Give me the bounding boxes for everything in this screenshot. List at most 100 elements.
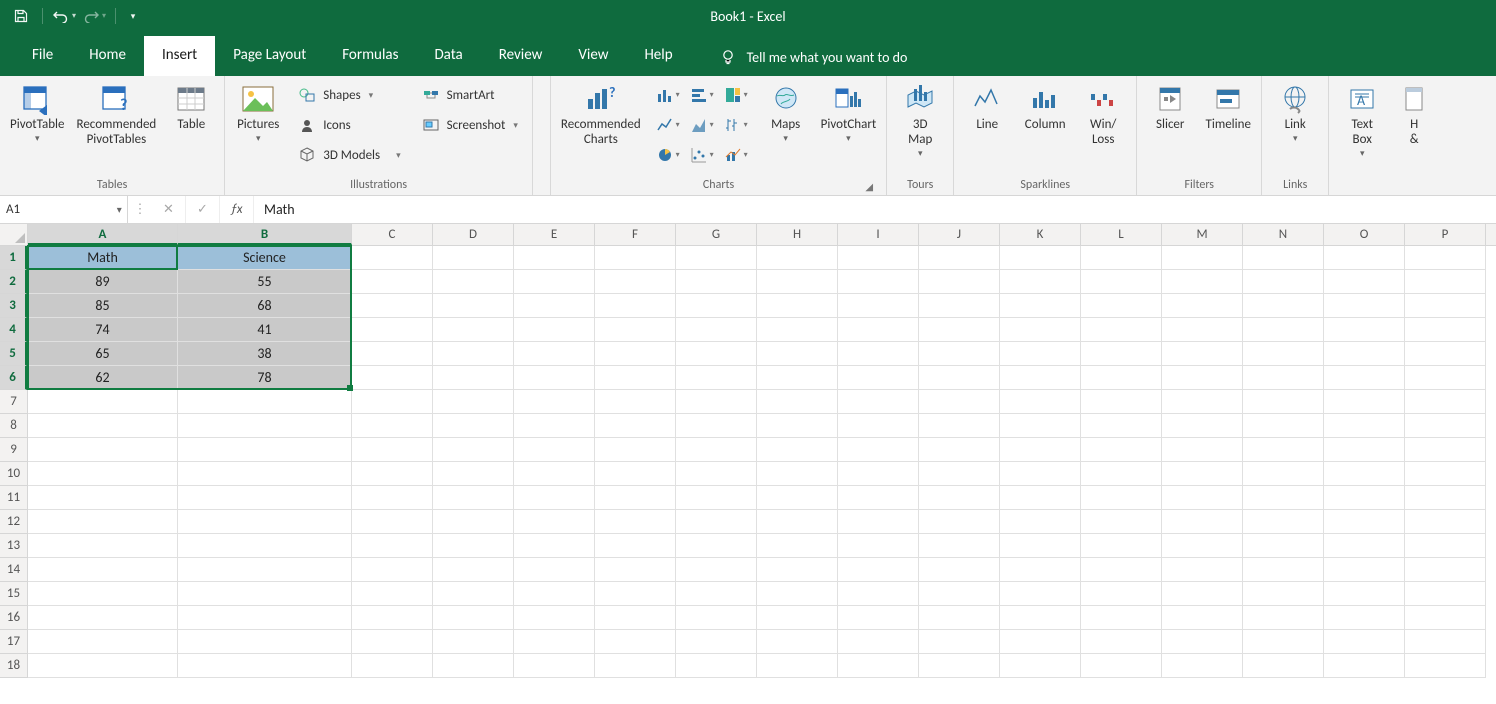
formula-input[interactable] — [254, 196, 1496, 223]
qat-customize[interactable]: ▾ — [124, 5, 142, 27]
cell-P17[interactable] — [1405, 630, 1486, 654]
cell-A12[interactable] — [28, 510, 178, 534]
cell-D5[interactable] — [433, 342, 514, 366]
tab-page-layout[interactable]: Page Layout — [215, 36, 324, 76]
cell-J1[interactable] — [919, 246, 1000, 270]
cell-L13[interactable] — [1081, 534, 1162, 558]
cell-H7[interactable] — [757, 390, 838, 414]
column-header-H[interactable]: H — [757, 224, 838, 245]
cell-L3[interactable] — [1081, 294, 1162, 318]
sparkline-column-button[interactable]: Column — [1022, 78, 1068, 133]
row-header-14[interactable]: 14 — [0, 558, 27, 582]
cell-B6[interactable]: 78 — [178, 366, 352, 390]
cell-B3[interactable]: 68 — [178, 294, 352, 318]
cell-I5[interactable] — [838, 342, 919, 366]
cell-G14[interactable] — [676, 558, 757, 582]
cell-C8[interactable] — [352, 414, 433, 438]
row-header-18[interactable]: 18 — [0, 654, 27, 678]
cell-F9[interactable] — [595, 438, 676, 462]
cell-E9[interactable] — [514, 438, 595, 462]
column-header-A[interactable]: A — [28, 224, 178, 245]
cell-H12[interactable] — [757, 510, 838, 534]
cell-M9[interactable] — [1162, 438, 1243, 462]
link-button[interactable]: Link▾ — [1272, 78, 1318, 144]
shapes-button[interactable]: Shapes▾ — [293, 82, 404, 108]
cell-C3[interactable] — [352, 294, 433, 318]
cell-M18[interactable] — [1162, 654, 1243, 678]
cell-A2[interactable]: 89 — [28, 270, 178, 294]
cell-D18[interactable] — [433, 654, 514, 678]
cell-G7[interactable] — [676, 390, 757, 414]
cell-F5[interactable] — [595, 342, 676, 366]
stock-chart-button[interactable]: ▾ — [721, 112, 751, 138]
cell-G5[interactable] — [676, 342, 757, 366]
cell-D17[interactable] — [433, 630, 514, 654]
cell-O14[interactable] — [1324, 558, 1405, 582]
cell-L6[interactable] — [1081, 366, 1162, 390]
undo-button[interactable]: ▾ — [51, 5, 77, 27]
cell-G10[interactable] — [676, 462, 757, 486]
cell-O5[interactable] — [1324, 342, 1405, 366]
cell-F14[interactable] — [595, 558, 676, 582]
cell-H9[interactable] — [757, 438, 838, 462]
cell-C14[interactable] — [352, 558, 433, 582]
cell-O6[interactable] — [1324, 366, 1405, 390]
cell-E5[interactable] — [514, 342, 595, 366]
tab-formulas[interactable]: Formulas — [324, 36, 416, 76]
cell-E17[interactable] — [514, 630, 595, 654]
cell-G1[interactable] — [676, 246, 757, 270]
cell-J10[interactable] — [919, 462, 1000, 486]
cell-L10[interactable] — [1081, 462, 1162, 486]
cell-I1[interactable] — [838, 246, 919, 270]
cell-J11[interactable] — [919, 486, 1000, 510]
fx-button[interactable]: ƒx — [220, 196, 254, 223]
cell-L15[interactable] — [1081, 582, 1162, 606]
cell-D4[interactable] — [433, 318, 514, 342]
cell-F17[interactable] — [595, 630, 676, 654]
row-header-16[interactable]: 16 — [0, 606, 27, 630]
column-header-O[interactable]: O — [1324, 224, 1405, 245]
cell-I14[interactable] — [838, 558, 919, 582]
name-box-dropdown[interactable]: ▾ — [111, 203, 127, 216]
cell-B7[interactable] — [178, 390, 352, 414]
cell-M16[interactable] — [1162, 606, 1243, 630]
cell-K2[interactable] — [1000, 270, 1081, 294]
cell-M15[interactable] — [1162, 582, 1243, 606]
cell-N17[interactable] — [1243, 630, 1324, 654]
redo-button[interactable]: ▾ — [81, 5, 107, 27]
cell-J12[interactable] — [919, 510, 1000, 534]
cell-A16[interactable] — [28, 606, 178, 630]
cell-H6[interactable] — [757, 366, 838, 390]
cell-J2[interactable] — [919, 270, 1000, 294]
cell-C1[interactable] — [352, 246, 433, 270]
cell-F8[interactable] — [595, 414, 676, 438]
cell-A1[interactable]: Math — [28, 246, 178, 270]
cell-E6[interactable] — [514, 366, 595, 390]
cell-B2[interactable]: 55 — [178, 270, 352, 294]
cell-O13[interactable] — [1324, 534, 1405, 558]
cell-H16[interactable] — [757, 606, 838, 630]
cell-M6[interactable] — [1162, 366, 1243, 390]
3d-map-button[interactable]: 3D Map▾ — [897, 78, 943, 159]
cell-M13[interactable] — [1162, 534, 1243, 558]
cell-K6[interactable] — [1000, 366, 1081, 390]
cell-B1[interactable]: Science — [178, 246, 352, 270]
icons-button[interactable]: Icons — [293, 112, 404, 138]
row-header-11[interactable]: 11 — [0, 486, 27, 510]
cell-J7[interactable] — [919, 390, 1000, 414]
cell-A14[interactable] — [28, 558, 178, 582]
row-header-8[interactable]: 8 — [0, 414, 27, 438]
cell-A5[interactable]: 65 — [28, 342, 178, 366]
pictures-button[interactable]: Pictures▾ — [235, 78, 281, 144]
cell-B13[interactable] — [178, 534, 352, 558]
cell-C13[interactable] — [352, 534, 433, 558]
cell-M11[interactable] — [1162, 486, 1243, 510]
row-header-4[interactable]: 4 — [0, 318, 27, 342]
cell-B11[interactable] — [178, 486, 352, 510]
column-header-M[interactable]: M — [1162, 224, 1243, 245]
cell-M10[interactable] — [1162, 462, 1243, 486]
cell-I16[interactable] — [838, 606, 919, 630]
cell-O12[interactable] — [1324, 510, 1405, 534]
cell-D1[interactable] — [433, 246, 514, 270]
cell-G3[interactable] — [676, 294, 757, 318]
